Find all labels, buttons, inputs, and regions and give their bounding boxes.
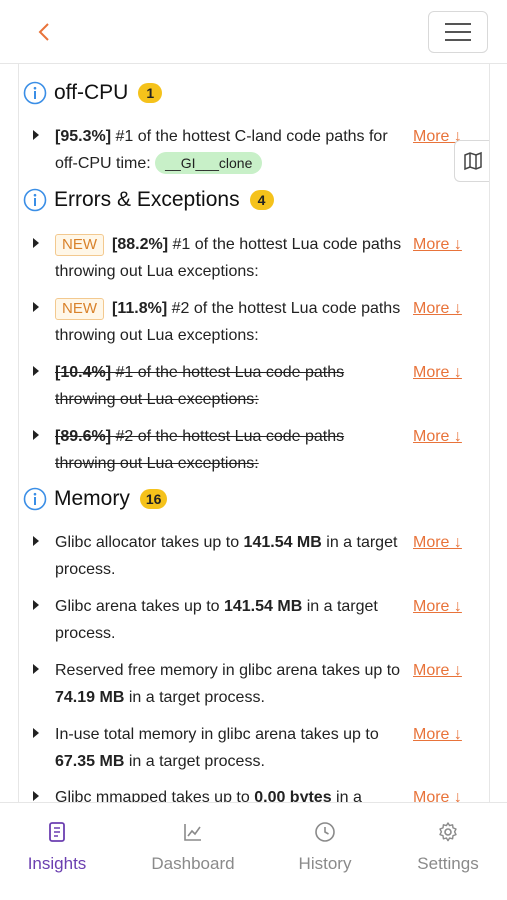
insight-text: Glibc arena takes up to 141.54 MB in a t… [55, 598, 378, 642]
caret-right-icon[interactable] [31, 599, 45, 613]
insight-text: [89.6%] #2 of the hottest Lua code paths… [55, 428, 345, 472]
tab-settings[interactable]: Settings [388, 821, 507, 881]
section-off-cpu: off-CPU 1 [23, 78, 163, 108]
section-errors-exceptions: Errors & Exceptions 4 [23, 185, 274, 215]
section-title: off-CPU [54, 81, 129, 104]
caret-right-icon[interactable] [31, 790, 45, 802]
more-link[interactable]: More ↓ [413, 657, 462, 684]
insight-text: [95.3%] #1 of the hottest C-land code pa… [55, 128, 388, 174]
more-link[interactable]: More ↓ [413, 721, 462, 748]
insight-text: NEW [88.2%] #1 of the hottest Lua code pa… [55, 234, 402, 280]
caret-right-icon[interactable] [31, 727, 45, 741]
more-link[interactable]: More ↓ [413, 231, 462, 258]
caret-right-icon[interactable] [31, 301, 45, 315]
map-icon [463, 151, 482, 171]
caret-right-icon[interactable] [31, 663, 45, 677]
new-badge: NEW [55, 234, 104, 256]
count-badge: 4 [249, 190, 274, 210]
insight-text: Reserved free memory in glibc arena take… [55, 662, 401, 706]
more-link[interactable]: More ↓ [413, 423, 462, 450]
hamburger-icon [445, 23, 471, 41]
bottom-tab-bar: Insights Dashboard History Settings [0, 802, 507, 900]
insights-panel: off-CPU 1 [95.3%] #1 of the hottest C-la… [18, 64, 490, 802]
tab-dashboard[interactable]: Dashboard [133, 821, 253, 881]
more-link[interactable]: More ↓ [413, 784, 462, 802]
insight-text: In-use total memory in glibc arena takes… [55, 726, 379, 770]
tab-label: Settings [417, 854, 479, 873]
count-badge: 1 [138, 83, 163, 103]
line-chart-icon [184, 824, 201, 841]
caret-right-icon[interactable] [31, 535, 45, 549]
caret-right-icon[interactable] [31, 237, 45, 251]
more-link[interactable]: More ↓ [413, 359, 462, 386]
more-link[interactable]: More ↓ [413, 529, 462, 556]
code-tag[interactable]: __GI___clone [155, 152, 263, 174]
caret-right-icon[interactable] [31, 365, 45, 379]
tab-history[interactable]: History [265, 821, 385, 881]
section-title: Memory [54, 487, 130, 510]
back-button[interactable] [28, 18, 60, 46]
insight-text: Glibc allocator takes up to 141.54 MB in… [55, 534, 398, 578]
insight-text: Glibc mmapped takes up to 0.00 bytes in … [55, 789, 362, 802]
document-icon [49, 822, 65, 842]
info-icon[interactable] [23, 487, 47, 511]
tab-label: Dashboard [151, 854, 235, 873]
tab-label: History [298, 854, 352, 873]
more-link[interactable]: More ↓ [413, 593, 462, 620]
info-icon[interactable] [23, 188, 47, 212]
chevron-left-icon [38, 23, 49, 41]
tab-insights[interactable]: Insights [0, 821, 117, 881]
more-link[interactable]: More ↓ [413, 295, 462, 322]
new-badge: NEW [55, 298, 104, 320]
insight-text: [10.4%] #1 of the hottest Lua code paths… [55, 364, 345, 408]
section-title: Errors & Exceptions [54, 188, 240, 211]
map-toggle-button[interactable] [454, 140, 489, 182]
info-icon[interactable] [23, 81, 47, 105]
app-screen: off-CPU 1 [95.3%] #1 of the hottest C-la… [0, 0, 507, 900]
caret-right-icon[interactable] [31, 429, 45, 443]
section-memory: Memory 16 [23, 484, 168, 514]
caret-right-icon[interactable] [31, 129, 45, 143]
insight-text: NEW [11.8%] #2 of the hottest Lua code pa… [55, 298, 401, 344]
count-badge: 16 [139, 489, 168, 509]
menu-button[interactable] [428, 11, 488, 53]
top-bar [0, 0, 507, 64]
tab-label: Insights [27, 854, 87, 873]
gear-icon [439, 822, 457, 842]
clock-icon [315, 822, 335, 842]
